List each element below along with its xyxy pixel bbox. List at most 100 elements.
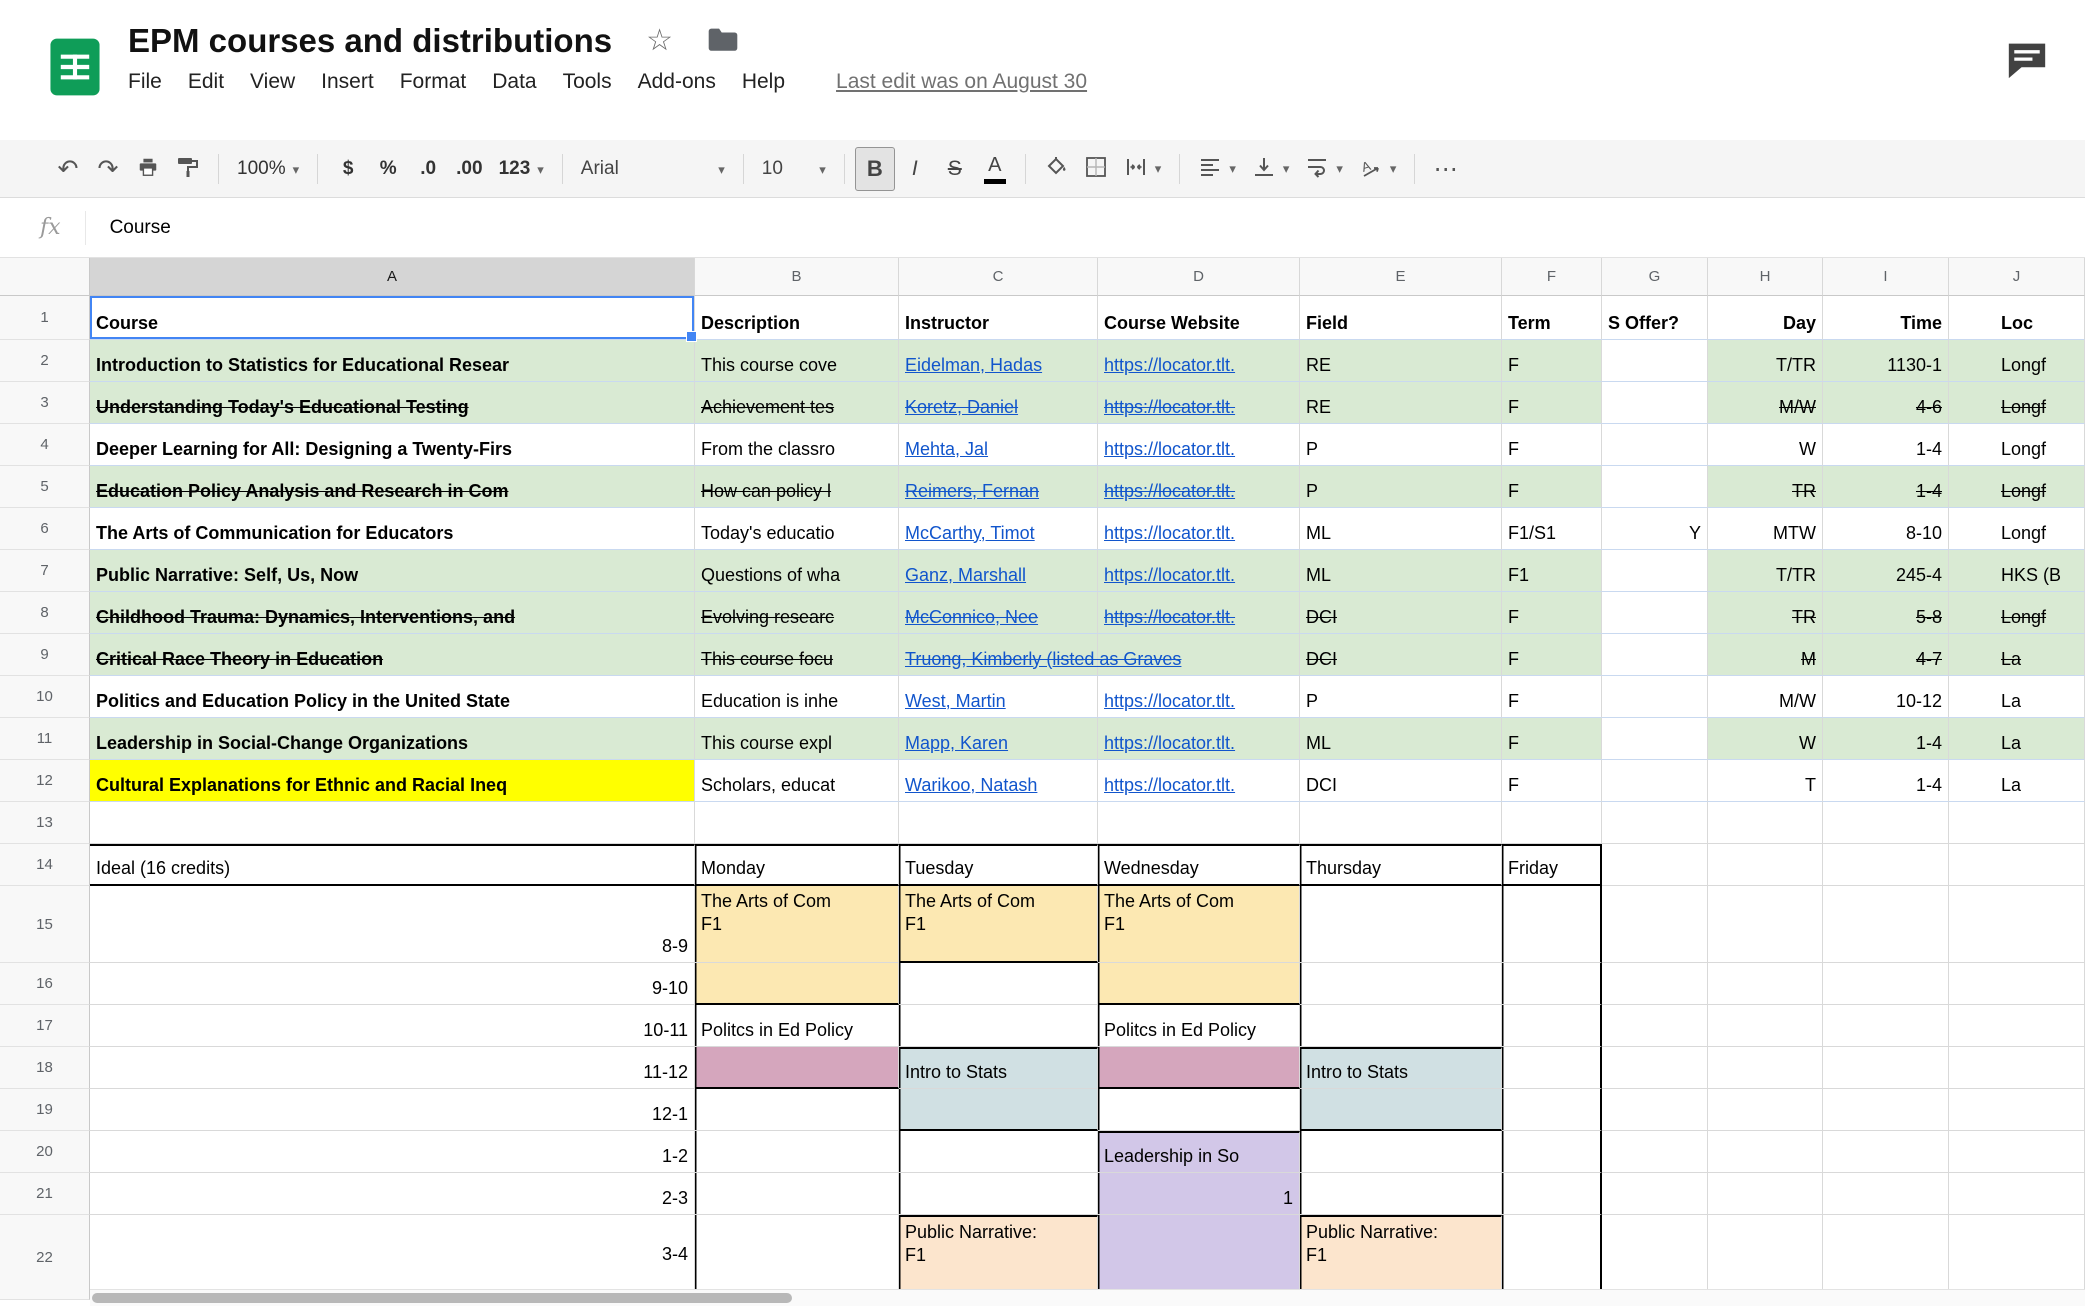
cell-D13[interactable] bbox=[1098, 802, 1300, 844]
cell-B8[interactable]: Evolving researc bbox=[695, 592, 899, 634]
cell-H10[interactable]: M/W bbox=[1708, 676, 1823, 718]
cell-E14[interactable]: Thursday bbox=[1300, 844, 1502, 886]
cell-I8[interactable]: 5-8 bbox=[1823, 592, 1949, 634]
cell-G18[interactable] bbox=[1602, 1047, 1708, 1089]
cell-G2[interactable] bbox=[1602, 340, 1708, 382]
cell-D5[interactable]: https://locator.tlt. bbox=[1098, 466, 1300, 508]
cell-D16[interactable] bbox=[1098, 963, 1300, 1005]
cell-I16[interactable] bbox=[1823, 963, 1949, 1005]
cell-C17[interactable] bbox=[899, 1005, 1098, 1047]
cell-A19[interactable]: 12-1 bbox=[90, 1089, 695, 1131]
cell-J8[interactable]: Longf bbox=[1949, 592, 2085, 634]
increase-decimal-button[interactable]: .00 bbox=[448, 147, 490, 191]
cell-F11[interactable]: F bbox=[1502, 718, 1602, 760]
cell-C5[interactable]: Reimers, Fernan bbox=[899, 466, 1098, 508]
cell-F18[interactable] bbox=[1502, 1047, 1602, 1089]
cell-D22[interactable] bbox=[1098, 1215, 1300, 1300]
cell-I13[interactable] bbox=[1823, 802, 1949, 844]
row-header-13[interactable]: 13 bbox=[0, 802, 90, 844]
cell-H15[interactable] bbox=[1708, 886, 1823, 963]
cell-F22[interactable] bbox=[1502, 1215, 1602, 1300]
row-header-19[interactable]: 19 bbox=[0, 1089, 90, 1131]
cell-G20[interactable] bbox=[1602, 1131, 1708, 1173]
row-header-18[interactable]: 18 bbox=[0, 1047, 90, 1089]
cell-H11[interactable]: W bbox=[1708, 718, 1823, 760]
cell-J11[interactable]: La bbox=[1949, 718, 2085, 760]
cell-D14[interactable]: Wednesday bbox=[1098, 844, 1300, 886]
cell-C11[interactable]: Mapp, Karen bbox=[899, 718, 1098, 760]
formula-input[interactable]: Course bbox=[110, 217, 171, 239]
cell-F19[interactable] bbox=[1502, 1089, 1602, 1131]
redo-button[interactable] bbox=[88, 147, 128, 191]
cell-J14[interactable] bbox=[1949, 844, 2085, 886]
cell-E20[interactable] bbox=[1300, 1131, 1502, 1173]
cell-B21[interactable] bbox=[695, 1173, 899, 1215]
print-button[interactable] bbox=[128, 147, 168, 191]
document-title[interactable]: EPM courses and distributions bbox=[128, 22, 612, 60]
cell-A5[interactable]: Education Policy Analysis and Research i… bbox=[90, 466, 695, 508]
cell-G15[interactable] bbox=[1602, 886, 1708, 963]
cell-C9[interactable]: Truong, Kimberly (listed as Graves bbox=[899, 634, 1098, 676]
cell-H19[interactable] bbox=[1708, 1089, 1823, 1131]
cell-A18[interactable]: 11-12 bbox=[90, 1047, 695, 1089]
cell-G10[interactable] bbox=[1602, 676, 1708, 718]
cell-G7[interactable] bbox=[1602, 550, 1708, 592]
cell-E5[interactable]: P bbox=[1300, 466, 1502, 508]
cell-A22[interactable]: 3-4 bbox=[90, 1215, 695, 1300]
cell-E9[interactable]: DCI bbox=[1300, 634, 1502, 676]
cell-J12[interactable]: La bbox=[1949, 760, 2085, 802]
sheets-logo-icon[interactable] bbox=[44, 36, 106, 98]
cell-I18[interactable] bbox=[1823, 1047, 1949, 1089]
cell-B9[interactable]: This course focu bbox=[695, 634, 899, 676]
row-header-11[interactable]: 11 bbox=[0, 718, 90, 760]
font-family-select[interactable]: Arial bbox=[573, 147, 733, 191]
cell-I14[interactable] bbox=[1823, 844, 1949, 886]
cell-E3[interactable]: RE bbox=[1300, 382, 1502, 424]
more-toolbar-button[interactable]: ⋯ bbox=[1425, 147, 1465, 191]
cell-G8[interactable] bbox=[1602, 592, 1708, 634]
cell-H16[interactable] bbox=[1708, 963, 1823, 1005]
cell-E7[interactable]: ML bbox=[1300, 550, 1502, 592]
cell-D1[interactable]: Course Website bbox=[1098, 296, 1300, 340]
strikethrough-button[interactable]: S bbox=[935, 147, 975, 191]
cell-B6[interactable]: Today's educatio bbox=[695, 508, 899, 550]
cell-D8[interactable]: https://locator.tlt. bbox=[1098, 592, 1300, 634]
cell-B13[interactable] bbox=[695, 802, 899, 844]
cell-B19[interactable] bbox=[695, 1089, 899, 1131]
row-header-9[interactable]: 9 bbox=[0, 634, 90, 676]
cell-C20[interactable] bbox=[899, 1131, 1098, 1173]
cell-H14[interactable] bbox=[1708, 844, 1823, 886]
cell-I9[interactable]: 4-7 bbox=[1823, 634, 1949, 676]
row-header-15[interactable]: 15 bbox=[0, 886, 90, 963]
cell-C19[interactable] bbox=[899, 1089, 1098, 1131]
merge-cells-button[interactable] bbox=[1116, 147, 1170, 191]
cell-E19[interactable] bbox=[1300, 1089, 1502, 1131]
cell-J5[interactable]: Longf bbox=[1949, 466, 2085, 508]
cell-B20[interactable] bbox=[695, 1131, 899, 1173]
cell-G12[interactable] bbox=[1602, 760, 1708, 802]
cell-H1[interactable]: Day bbox=[1708, 296, 1823, 340]
cell-F17[interactable] bbox=[1502, 1005, 1602, 1047]
cell-A11[interactable]: Leadership in Social-Change Organization… bbox=[90, 718, 695, 760]
cell-G4[interactable] bbox=[1602, 424, 1708, 466]
row-header-7[interactable]: 7 bbox=[0, 550, 90, 592]
cell-A15[interactable]: 8-9 bbox=[90, 886, 695, 963]
cell-I11[interactable]: 1-4 bbox=[1823, 718, 1949, 760]
cell-A9[interactable]: Critical Race Theory in Education bbox=[90, 634, 695, 676]
scrollbar-thumb[interactable] bbox=[92, 1293, 792, 1303]
cell-G6[interactable]: Y bbox=[1602, 508, 1708, 550]
cell-A21[interactable]: 2-3 bbox=[90, 1173, 695, 1215]
cell-A3[interactable]: Understanding Today's Educational Testin… bbox=[90, 382, 695, 424]
cell-C12[interactable]: Warikoo, Natash bbox=[899, 760, 1098, 802]
cell-J2[interactable]: Longf bbox=[1949, 340, 2085, 382]
cell-E22[interactable]: Public Narrative: F1 bbox=[1300, 1215, 1502, 1300]
cell-C14[interactable]: Tuesday bbox=[899, 844, 1098, 886]
cell-C13[interactable] bbox=[899, 802, 1098, 844]
cell-J7[interactable]: HKS (B bbox=[1949, 550, 2085, 592]
cell-B1[interactable]: Description bbox=[695, 296, 899, 340]
cell-F21[interactable] bbox=[1502, 1173, 1602, 1215]
cell-D12[interactable]: https://locator.tlt. bbox=[1098, 760, 1300, 802]
column-header-B[interactable]: B bbox=[695, 258, 899, 296]
cell-J21[interactable] bbox=[1949, 1173, 2085, 1215]
cell-H13[interactable] bbox=[1708, 802, 1823, 844]
